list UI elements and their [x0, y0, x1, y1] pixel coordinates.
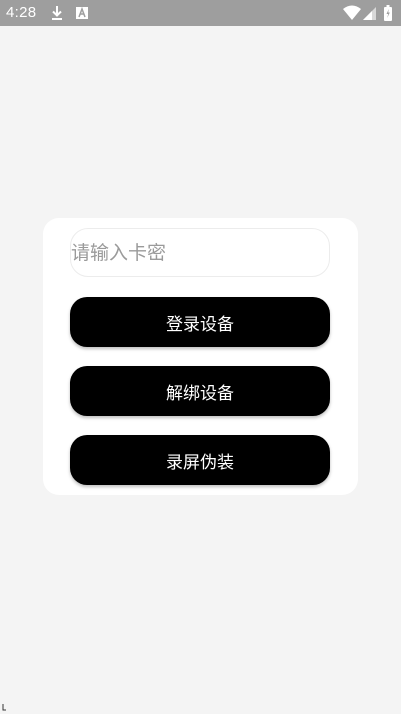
wifi-icon — [343, 5, 361, 20]
status-bar: 4:28 — [0, 0, 401, 26]
unbind-device-label: 解绑设备 — [166, 383, 234, 404]
battery-icon — [384, 5, 392, 21]
login-card: 登录设备 解绑设备 录屏伪装 — [43, 218, 358, 495]
status-time: 4:28 — [6, 4, 37, 21]
font-a-icon — [76, 7, 88, 19]
unbind-device-button[interactable]: 解绑设备 — [70, 366, 330, 416]
screen-record-disguise-label: 录屏伪装 — [166, 452, 234, 473]
login-device-label: 登录设备 — [166, 314, 234, 335]
signal-icon — [363, 7, 376, 20]
login-device-button[interactable]: 登录设备 — [70, 297, 330, 347]
card-password-input[interactable] — [71, 229, 329, 276]
corner-mark-icon — [2, 704, 6, 711]
screen-record-disguise-button[interactable]: 录屏伪装 — [70, 435, 330, 485]
download-icon — [52, 6, 62, 20]
card-password-field[interactable] — [70, 228, 330, 277]
